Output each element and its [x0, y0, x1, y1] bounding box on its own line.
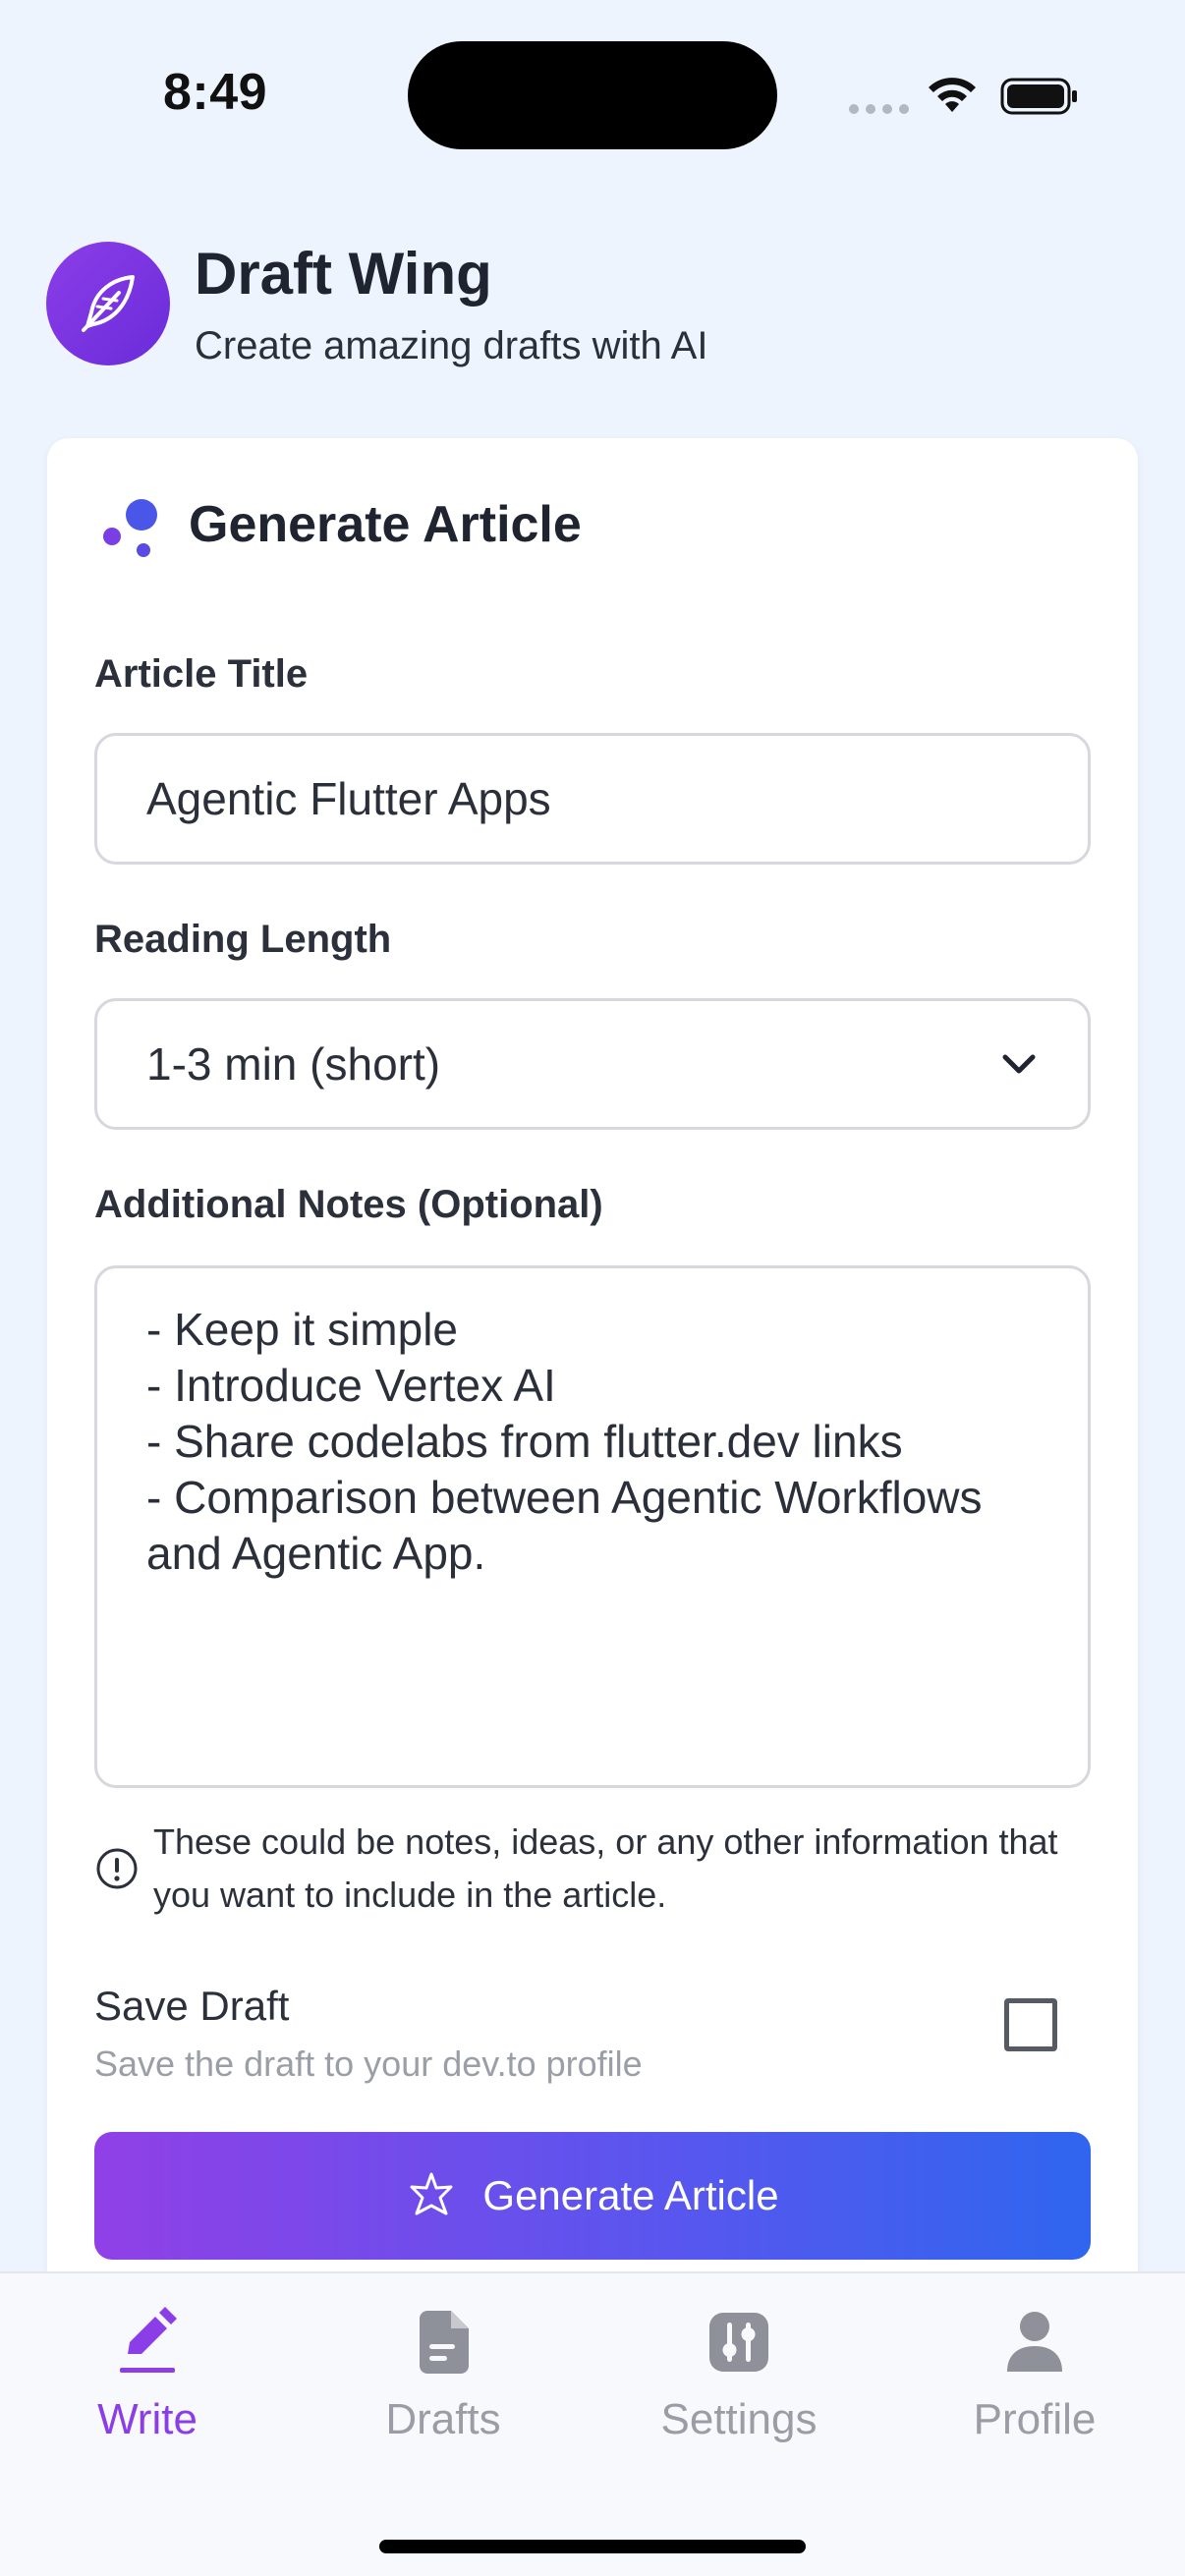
info-icon	[96, 1848, 138, 1889]
document-icon	[420, 2311, 469, 2374]
article-title-label: Article Title	[94, 652, 309, 696]
app-logo	[46, 242, 170, 365]
status-time: 8:49	[163, 64, 268, 121]
wifi-icon	[929, 78, 976, 112]
battery-icon	[1000, 78, 1077, 115]
home-indicator	[379, 2540, 806, 2553]
nav-label-drafts: Drafts	[385, 2395, 501, 2443]
card-title: Generate Article	[189, 496, 582, 553]
screen: 8:49 Draft Wing Create amazing drafts wi…	[0, 0, 1185, 2576]
nav-item-write[interactable]: Write	[29, 2307, 265, 2444]
chevron-down-icon	[1002, 1054, 1036, 1074]
reading-length-select[interactable]: 1-3 min (short)	[94, 998, 1091, 1130]
reading-length-label: Reading Length	[94, 918, 392, 961]
app-title: Draft Wing	[195, 241, 492, 307]
nav-label-write: Write	[97, 2395, 198, 2443]
dynamic-island	[408, 41, 777, 149]
sparkle-icon	[410, 2172, 453, 2215]
notes-label: Additional Notes (Optional)	[94, 1183, 603, 1226]
article-title-value: Agentic Flutter Apps	[146, 773, 551, 824]
generate-article-button[interactable]: Generate Article	[94, 2132, 1091, 2260]
nav-label-settings: Settings	[660, 2395, 818, 2443]
article-title-input[interactable]: Agentic Flutter Apps	[94, 733, 1091, 865]
bubbles-icon	[103, 499, 157, 557]
cellular-signal-icon	[849, 104, 909, 114]
reading-length-value: 1-3 min (short)	[146, 1038, 441, 1090]
feather-icon	[82, 275, 135, 332]
sliders-icon	[709, 2313, 768, 2372]
nav-label-profile: Profile	[973, 2395, 1097, 2443]
notes-textarea[interactable]: - Keep it simple - Introduce Vertex AI -…	[94, 1265, 1091, 1788]
save-draft-label: Save Draft	[94, 1983, 290, 2029]
notes-hint: These could be notes, ideas, or any othe…	[153, 1821, 1058, 1915]
save-draft-description: Save the draft to your dev.to profile	[94, 2044, 643, 2084]
pencil-icon	[120, 2307, 177, 2373]
app-subtitle: Create amazing drafts with AI	[195, 324, 708, 367]
save-draft-checkbox[interactable]	[1004, 1998, 1057, 2051]
nav-item-drafts[interactable]: Drafts	[325, 2307, 561, 2444]
person-icon	[1007, 2312, 1062, 2372]
generate-article-label: Generate Article	[482, 2172, 779, 2218]
nav-item-settings[interactable]: Settings	[621, 2307, 857, 2444]
nav-item-profile[interactable]: Profile	[917, 2307, 1153, 2444]
